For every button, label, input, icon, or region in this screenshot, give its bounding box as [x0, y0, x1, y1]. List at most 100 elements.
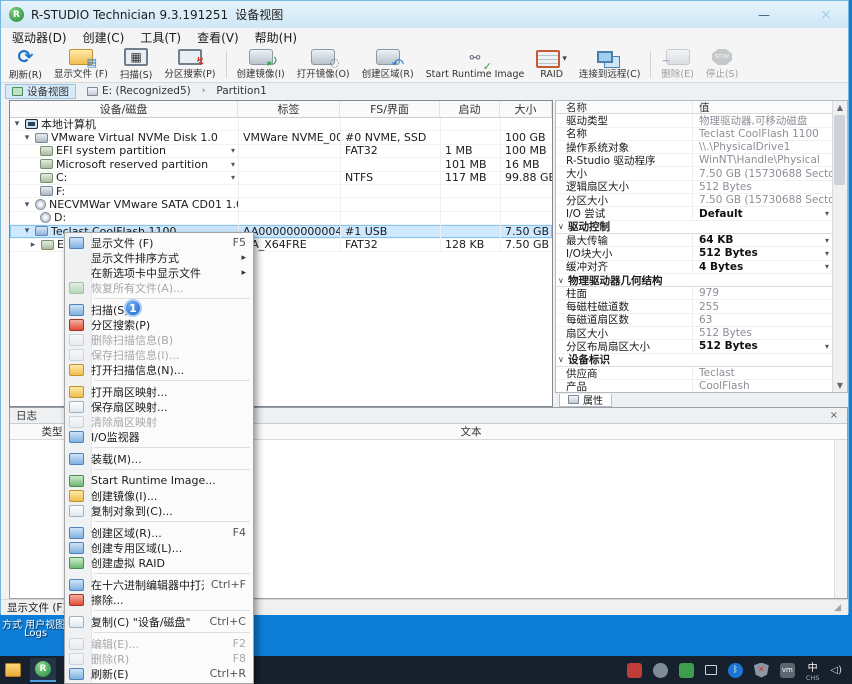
menu-item-show-files-new-tab[interactable]: 在新选项卡中显示文件▸: [65, 265, 253, 280]
menu-item-copy-device-disk[interactable]: 复制(C) "设备/磁盘"Ctrl+C: [65, 614, 253, 629]
menu-item-create-virtual-raid[interactable]: 创建虚拟 RAID: [65, 555, 253, 570]
col-device-disk[interactable]: 设备/磁盘: [10, 101, 238, 117]
col-fs-interface[interactable]: FS/界面: [340, 101, 440, 117]
log-title: 日志: [16, 408, 37, 423]
menu-item-partition-search[interactable]: 分区搜索(P): [65, 317, 253, 332]
partition-search-icon: ↯: [178, 49, 202, 65]
input-method-indicator[interactable]: 中: [808, 659, 818, 674]
tray-globe-icon[interactable]: [653, 663, 668, 678]
menu-item-refresh[interactable]: 刷新(E)Ctrl+R: [65, 666, 253, 681]
hex-editor-icon: [69, 579, 84, 591]
tab-properties[interactable]: 属性: [559, 394, 612, 407]
connect-remote-button[interactable]: 连接到远程(C): [573, 47, 647, 82]
table-row-c-drive[interactable]: C:▾ NTFS117 MB99.88 GB: [10, 172, 552, 185]
menu-item-erase[interactable]: 擦除...: [65, 592, 253, 607]
tab-recognized-volume[interactable]: E: (Recognized5): [80, 84, 198, 99]
menu-item-create-region[interactable]: 创建区域(R)...F4: [65, 525, 253, 540]
dropdown-arrow-icon[interactable]: ▾: [825, 249, 829, 258]
col-start[interactable]: 启动: [440, 101, 500, 117]
menu-tools[interactable]: 工具(T): [133, 28, 188, 47]
edit-icon: [69, 638, 84, 650]
taskbar-rstudio-button[interactable]: R: [30, 658, 56, 682]
menu-help[interactable]: 帮助(H): [248, 28, 304, 47]
raid-button[interactable]: ▾ RAID: [530, 47, 573, 82]
resize-grip[interactable]: ◢: [834, 603, 842, 613]
show-files-button[interactable]: ▤ 显示文件 (F): [48, 47, 114, 82]
cd-icon: [35, 199, 46, 210]
menu-item-show-files[interactable]: 显示文件 (F)F5: [65, 235, 253, 250]
raid-dropdown-arrow[interactable]: ▾: [562, 54, 567, 64]
language-indicator[interactable]: CHS: [806, 675, 820, 682]
show-files-icon: [69, 237, 84, 249]
table-row-f-drive[interactable]: F:: [10, 185, 552, 198]
menu-drives[interactable]: 驱动器(D): [5, 28, 74, 47]
scrollbar-thumb[interactable]: [834, 115, 845, 185]
table-row-d-drive[interactable]: D:: [10, 212, 552, 225]
create-region-icon: ⤺: [376, 49, 400, 65]
table-row-msr-partition[interactable]: Microsoft reserved partition▾ 101 MB16 M…: [10, 158, 552, 171]
app-icon: R: [9, 7, 24, 22]
refresh-button[interactable]: ⟳ 刷新(R): [3, 47, 48, 82]
col-label[interactable]: 标签: [238, 101, 340, 117]
refresh-icon: ⟳: [14, 48, 38, 66]
dropdown-arrow-icon[interactable]: ▾: [825, 342, 829, 351]
menu-item-open-in-hex-editor[interactable]: 在十六进制编辑器中打开...Ctrl+F: [65, 577, 253, 592]
menu-item-mount[interactable]: 装载(M)...: [65, 451, 253, 466]
desktop-icon-label[interactable]: Logs: [24, 628, 47, 639]
scroll-up-icon[interactable]: ▲: [837, 103, 843, 112]
tab-device-view[interactable]: 设备视图: [5, 84, 76, 99]
menu-item-open-scan-info[interactable]: 打开扫描信息(N)...: [65, 362, 253, 377]
menu-item-create-exclusive-region[interactable]: 创建专用区域(L)...: [65, 540, 253, 555]
minimize-button[interactable]: —: [750, 8, 778, 22]
tray-app-red-icon[interactable]: [627, 663, 642, 678]
scroll-down-icon[interactable]: ▼: [837, 381, 843, 390]
bluetooth-icon[interactable]: ᛒ: [728, 663, 743, 678]
menu-item-start-runtime-image[interactable]: Start Runtime Image...: [65, 473, 253, 488]
copy-icon: [69, 616, 84, 628]
system-tray: ᛒ ✕ vm 中 CHS ◁): [627, 659, 852, 682]
menu-item-create-image[interactable]: 创建镜像(I)...: [65, 488, 253, 503]
menu-item-edit: 编辑(E)...F2: [65, 636, 253, 651]
tray-green-app-icon[interactable]: [679, 663, 694, 678]
row-dropdown-arrow[interactable]: ▾: [231, 160, 235, 169]
menu-item-open-sector-map[interactable]: 打开扇区映射...: [65, 384, 253, 399]
table-row-nvme-disk[interactable]: ▾VMware Virtual NVMe Disk 1.0 VMWare NVM…: [10, 131, 552, 144]
defender-shield-icon[interactable]: ✕: [754, 663, 769, 678]
row-dropdown-arrow[interactable]: ▾: [231, 146, 235, 155]
refresh-icon: [69, 668, 84, 680]
dropdown-arrow-icon[interactable]: ▾: [825, 236, 829, 245]
row-dropdown-arrow[interactable]: ▾: [231, 173, 235, 182]
start-runtime-image-button[interactable]: ⚯✓ Start Runtime Image: [420, 47, 531, 82]
taskbar-folder-button[interactable]: [0, 658, 26, 682]
menu-create[interactable]: 创建(C): [76, 28, 132, 47]
table-row-sata-cd[interactable]: ▾NECVMWar VMware SATA CD01 1.00: [10, 198, 552, 211]
menu-item-scan[interactable]: 扫描(S)...: [65, 302, 253, 317]
table-row-local-computer[interactable]: ▾本地计算机: [10, 118, 552, 131]
create-image-button[interactable]: ⤾ 创建镜像(I): [231, 47, 291, 82]
partition-search-button[interactable]: ↯ 分区搜索(P): [158, 47, 221, 82]
create-region-button[interactable]: ⤺ 创建区域(R): [356, 47, 420, 82]
menu-item-io-monitor[interactable]: I/O监视器: [65, 429, 253, 444]
col-size[interactable]: 大小: [500, 101, 552, 117]
tray-window-icon[interactable]: [705, 665, 717, 675]
open-image-button[interactable]: ◌ 打开镜像(O): [291, 47, 356, 82]
menu-item-save-sector-map[interactable]: 保存扇区映射...: [65, 399, 253, 414]
menu-item-save-scan-info: 保存扫描信息(I)...: [65, 347, 253, 362]
volume-icon[interactable]: ◁): [830, 665, 842, 676]
scan-button[interactable]: ▦ 扫描(S): [114, 47, 158, 82]
drive-icon: [40, 186, 53, 196]
dropdown-arrow-icon[interactable]: ▾: [825, 262, 829, 271]
view-tab-bar: 设备视图 E: (Recognized5) › Partition1: [1, 83, 848, 99]
dropdown-arrow-icon[interactable]: ▾: [825, 209, 829, 218]
create-exclusive-region-icon: [69, 542, 84, 554]
io-monitor-icon: [69, 431, 84, 443]
log-scrollbar[interactable]: [834, 440, 847, 598]
tab-partition1[interactable]: Partition1: [209, 84, 273, 99]
table-row-efi-partition[interactable]: EFI system partition▾ FAT321 MB100 MB: [10, 145, 552, 158]
close-button[interactable]: ×: [812, 7, 840, 23]
menu-item-copy-object-to[interactable]: 复制对象到(C)...: [65, 503, 253, 518]
menu-item-show-files-sorted[interactable]: 显示文件排序方式▸: [65, 250, 253, 265]
menu-view[interactable]: 查看(V): [190, 28, 246, 47]
vmware-icon[interactable]: vm: [780, 663, 795, 678]
log-close-icon[interactable]: ×: [827, 410, 841, 421]
